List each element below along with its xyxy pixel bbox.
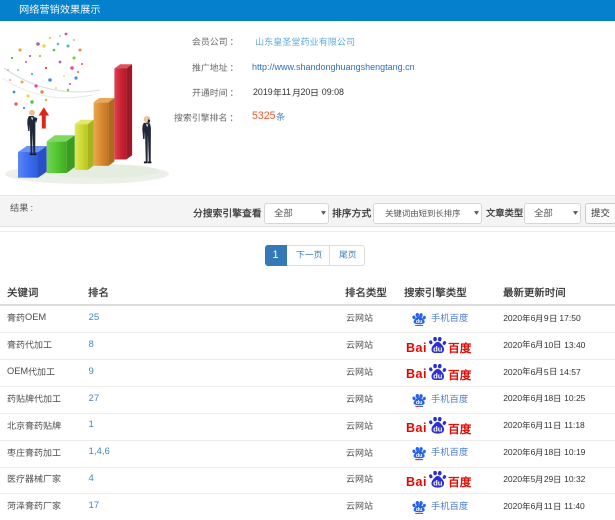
svg-text:du: du	[433, 478, 443, 487]
svg-text:du: du	[416, 507, 423, 513]
svg-text:du: du	[416, 400, 423, 406]
svg-text:du: du	[433, 344, 443, 353]
svg-text:du: du	[433, 371, 443, 380]
svg-text:du: du	[433, 425, 443, 434]
svg-text:du: du	[416, 453, 423, 459]
svg-text:du: du	[416, 319, 423, 325]
